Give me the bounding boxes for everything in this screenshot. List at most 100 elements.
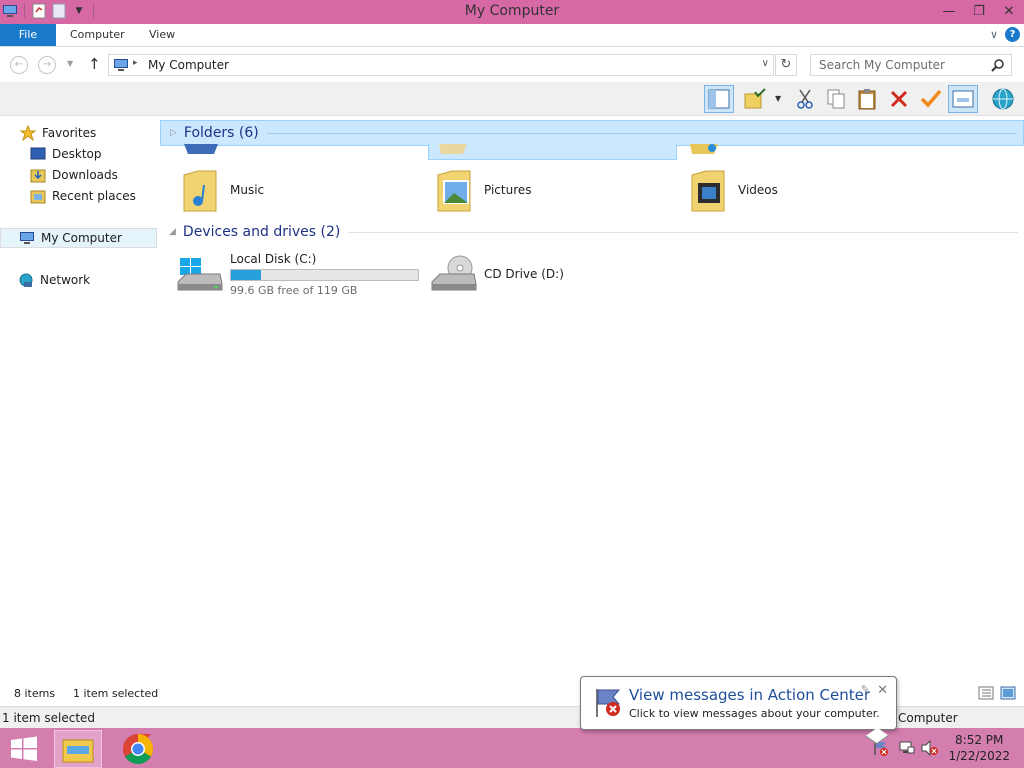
nav-item-network[interactable]: Network [18,270,157,290]
group-header-label: Folders (6) [183,125,259,141]
delete-button[interactable] [884,85,914,113]
volume-muted-icon[interactable] [920,739,938,760]
restore-button[interactable]: ❐ [964,0,994,22]
collapse-arrow-icon[interactable]: ◢ [169,227,176,237]
recent-locations-icon[interactable]: ▼ [67,59,73,68]
preview-pane-icon [708,89,730,109]
selection-status: 1 item selected [2,711,96,725]
chevron-down-icon[interactable]: ∨ [762,58,769,69]
nav-item-label: Network [40,273,91,287]
window-title: My Computer [464,3,560,19]
action-center-flag-icon [591,685,625,722]
downloads-folder-icon [30,167,46,183]
close-button[interactable]: ✕ [994,0,1024,22]
forward-button[interactable]: → [38,56,56,74]
cut-button[interactable] [790,85,820,113]
folder-tile-partial-selected[interactable] [428,144,677,160]
back-button[interactable]: ← [10,56,28,74]
ribbon-tabs: File Computer View ∨ ? [0,24,1024,47]
start-button[interactable] [0,730,48,768]
nav-item-my-computer[interactable]: My Computer [0,228,157,248]
divider [348,231,1018,233]
chevron-right-icon[interactable]: ▸ [133,58,138,68]
folder-label: Pictures [484,183,532,197]
nav-item-label: Desktop [52,147,102,161]
taskbar-file-explorer[interactable] [54,730,102,768]
up-arrow-icon[interactable]: ↑ [88,55,101,73]
star-icon [20,125,36,141]
checkmark-icon [920,89,942,108]
action-center-notification[interactable]: View messages in Action Center Click to … [580,676,897,745]
refresh-button[interactable]: ↻ [775,54,797,76]
drive-usage-bar [230,268,419,281]
details-pane-icon [952,90,974,108]
folder-tile-music[interactable]: Music [176,160,264,220]
globe-icon [992,88,1014,110]
nav-favorites[interactable]: Favorites [20,123,157,143]
group-header-devices[interactable]: ◢ Devices and drives (2) [160,219,1024,245]
group-header-folders[interactable]: ▷ Folders (6) [160,120,1024,146]
tab-view[interactable]: View [149,24,175,46]
drive-free-space: 99.6 GB free of 119 GB [230,283,358,297]
clock[interactable]: 8:52 PM 1/22/2022 [948,732,1010,764]
help-icon[interactable]: ? [1005,27,1020,42]
details-view-icon[interactable] [978,686,994,703]
nav-item-downloads[interactable]: Downloads [30,165,157,185]
folder-tile-partial[interactable] [182,144,222,160]
group-header-label: Devices and drives (2) [182,224,341,240]
windows-logo-icon [11,736,37,761]
taskbar-chrome[interactable] [112,730,164,768]
nav-item-label: Downloads [52,168,118,182]
folder-tile-videos[interactable]: Videos [684,160,778,220]
folder-label: Videos [738,183,778,197]
window-controls: — ❐ ✕ [934,0,1024,22]
expand-ribbon-icon[interactable]: ∨ [990,28,998,41]
nav-item-recent-places[interactable]: Recent places [30,186,157,206]
chevron-down-icon[interactable]: ▼ [775,94,781,103]
notification-body: Click to view messages about your comput… [629,707,880,720]
tab-file[interactable]: File [0,24,56,46]
chrome-icon [122,734,154,765]
nav-item-desktop[interactable]: Desktop [30,144,157,164]
drive-tile-local-disk[interactable]: Local Disk (C:) 99.6 GB free of 119 GB [176,244,419,304]
copy-button[interactable] [821,85,851,113]
nav-favorites-label: Favorites [42,126,97,140]
scissors-icon [797,89,813,109]
close-icon[interactable]: ✕ [877,683,888,698]
network-status-icon[interactable] [898,739,916,760]
address-path: My Computer [148,58,229,72]
item-count: 8 items [14,687,56,700]
address-row: ← → ▼ ↑ ▸ My Computer ∨ ↻ Search My Comp… [0,48,1024,82]
address-bar[interactable]: ▸ My Computer ∨ [108,54,774,76]
videos-folder-icon [684,166,732,214]
content-pane: ▷ Folders (6) Music Pictures Videos ◢ De… [160,116,1024,682]
divider [266,132,1017,134]
clock-date: 1/22/2022 [948,749,1010,763]
clipboard-icon [858,89,876,110]
large-icons-view-icon[interactable] [1000,686,1016,703]
music-folder-icon [176,166,224,214]
folder-tile-pictures[interactable]: Pictures [430,160,532,220]
expand-arrow-icon[interactable]: ▷ [170,128,177,138]
local-disk-icon [176,250,224,298]
search-input[interactable]: Search My Computer [810,54,1012,76]
folder-label: Music [230,183,265,197]
drive-label: CD Drive (D:) [484,267,564,281]
pin-icon[interactable]: ✎ [861,683,870,696]
details-pane-button[interactable] [948,85,978,113]
properties-button[interactable] [740,85,770,113]
select-button[interactable] [916,85,946,113]
nav-item-label: Recent places [52,189,136,203]
drive-label: Local Disk (C:) [230,251,317,266]
network-globe-button[interactable] [988,85,1018,113]
navigation-pane: Favorites Desktop Downloads Recent place… [0,116,158,682]
desktop-icon [30,146,46,162]
clock-time: 8:52 PM [955,733,1004,747]
selection-count: 1 item selected [73,687,159,700]
preview-pane-button[interactable] [704,85,734,113]
tab-computer[interactable]: Computer [70,24,125,46]
drive-tile-cd-drive[interactable]: CD Drive (D:) [430,244,564,304]
folder-tile-partial[interactable] [688,144,728,160]
paste-button[interactable] [852,85,882,113]
minimize-button[interactable]: — [934,0,964,22]
